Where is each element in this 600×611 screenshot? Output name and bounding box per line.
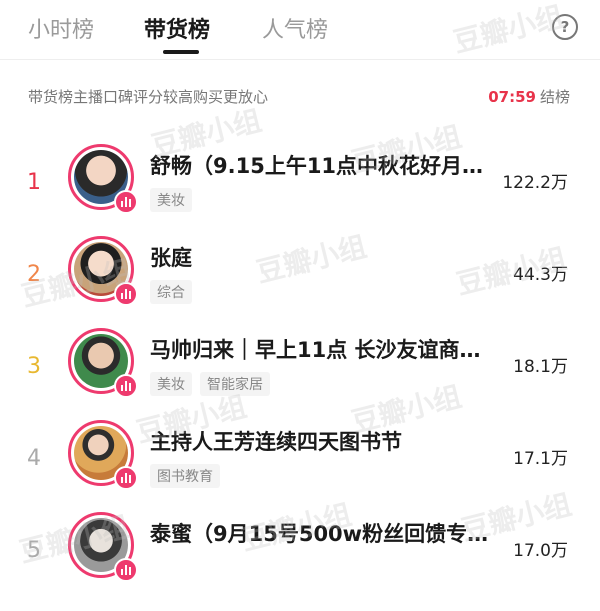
tag-list: 美妆 智能家居 (150, 372, 270, 396)
tab-popularity[interactable]: 人气榜 (262, 12, 328, 44)
rank-number: 5 (27, 538, 41, 563)
streamer-name[interactable]: 张庭 (150, 242, 490, 272)
streamer-name[interactable]: 舒畅（9.15上午11点中秋花好月圆… (150, 150, 490, 180)
streamer-name[interactable]: 主持人王芳连续四天图书节 (150, 426, 490, 456)
ranking-row[interactable]: 4 主持人王芳连续四天图书节 图书教育 17.1万 (0, 416, 600, 508)
live-icon (114, 282, 138, 306)
live-icon (114, 374, 138, 398)
tab-sales[interactable]: 带货榜 (144, 12, 210, 44)
rank-number: 2 (27, 262, 41, 287)
ranking-row[interactable]: 1 舒畅（9.15上午11点中秋花好月圆… 美妆 122.2万 (0, 140, 600, 232)
streamer-name[interactable]: 马帅归来｜早上11点 长沙友谊商店… (150, 334, 490, 364)
live-icon (114, 190, 138, 214)
viewer-count: 44.3万 (513, 265, 568, 285)
category-tag: 美妆 (150, 188, 192, 212)
tag-list: 美妆 (150, 188, 192, 212)
viewer-count: 17.0万 (513, 541, 568, 561)
ranking-row[interactable]: 2 张庭 综合 44.3万 (0, 232, 600, 324)
category-tag: 智能家居 (200, 372, 270, 396)
viewer-count: 17.1万 (513, 449, 568, 469)
help-icon[interactable]: ? (552, 14, 578, 40)
rank-number: 4 (27, 446, 41, 471)
countdown-suffix: 结榜 (539, 88, 570, 106)
category-tag: 图书教育 (150, 464, 220, 488)
active-tab-indicator (163, 50, 199, 54)
ranking-row[interactable]: 5 泰蜜（9月15号500w粉丝回馈专场… 17.0万 (0, 508, 600, 600)
rank-number: 1 (27, 170, 41, 195)
streamer-name[interactable]: 泰蜜（9月15号500w粉丝回馈专场… (150, 518, 490, 548)
ranking-notice: 带货榜主播口碑评分较高购买更放心 (28, 88, 269, 106)
countdown: 07:59 结榜 (488, 86, 570, 107)
live-icon (114, 558, 138, 582)
viewer-count: 122.2万 (502, 173, 568, 193)
ranking-tabs: 小时榜 带货榜 人气榜 ? (0, 0, 600, 60)
tag-list: 综合 (150, 280, 192, 304)
rank-number: 3 (27, 354, 41, 379)
countdown-time: 07:59 (488, 88, 536, 106)
ranking-row[interactable]: 3 马帅归来｜早上11点 长沙友谊商店… 美妆 智能家居 18.1万 (0, 324, 600, 416)
viewer-count: 18.1万 (513, 357, 568, 377)
category-tag: 美妆 (150, 372, 192, 396)
tab-hourly[interactable]: 小时榜 (28, 12, 94, 44)
category-tag: 综合 (150, 280, 192, 304)
live-icon (114, 466, 138, 490)
tag-list: 图书教育 (150, 464, 220, 488)
